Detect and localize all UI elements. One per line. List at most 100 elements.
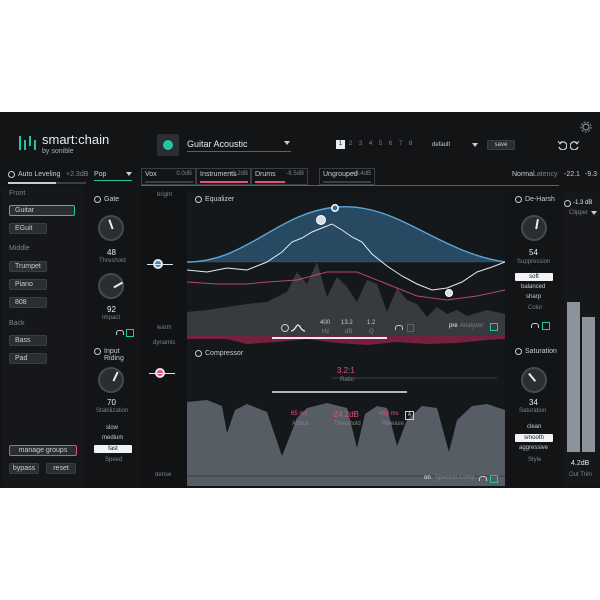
eq-graph[interactable] [187, 192, 505, 338]
gate-threshold-value: 48 [107, 248, 116, 257]
redo-icon[interactable] [570, 140, 580, 150]
clipper-panel: -1.3 dB Clipper 4.2dB Out Trim [563, 192, 600, 486]
page-2[interactable]: 2 [346, 140, 355, 149]
group-drums-fader[interactable] [255, 181, 285, 183]
page-3[interactable]: 3 [356, 140, 365, 149]
eq-bottom-power-icon[interactable] [281, 324, 289, 332]
bypass-button[interactable]: bypass [9, 463, 39, 474]
profile-indicator[interactable] [157, 134, 179, 156]
track-eguit[interactable]: EGuit [9, 223, 47, 234]
eq-node-1 [316, 215, 326, 225]
gate-listen-icon[interactable] [116, 330, 124, 335]
track-trumpet[interactable]: Trumpet [9, 261, 47, 272]
track-guitar[interactable]: Guitar [9, 205, 75, 216]
preset-dropdown-icon[interactable] [284, 141, 290, 145]
group-vox-fader[interactable] [145, 181, 193, 183]
clipper-power-icon[interactable] [564, 200, 571, 207]
eq-band-shape-icon[interactable] [291, 324, 305, 332]
genre-select[interactable]: Pop [94, 171, 106, 178]
eq-db-value[interactable]: 13.2 [341, 320, 353, 326]
page-8[interactable]: 8 [406, 140, 415, 149]
brand-by: by sonible [42, 148, 74, 155]
page-5[interactable]: 5 [376, 140, 385, 149]
gate-impact-knob[interactable] [98, 273, 124, 299]
comp-detail-icon[interactable] [490, 475, 498, 483]
group-ungrouped-value: +3.4dB [351, 171, 371, 177]
suppression-knob[interactable] [521, 215, 547, 241]
deharsh-detail-icon[interactable] [542, 322, 550, 330]
track-pad[interactable]: Pad [9, 353, 47, 364]
auto-leveling-power-icon[interactable] [8, 171, 15, 178]
track-808[interactable]: 808 [9, 297, 47, 308]
eq-band-fill [187, 206, 505, 262]
eq-analyzer-label[interactable]: Analyzer [460, 323, 483, 329]
output-meter-bar-r [582, 317, 595, 452]
deharsh-listen-icon[interactable] [531, 323, 539, 328]
style-smooth[interactable]: smooth [515, 434, 553, 442]
brand-by-word: by [42, 148, 50, 155]
eq-detail-icon[interactable] [490, 323, 498, 331]
mode-label[interactable]: Normal [512, 171, 535, 178]
deharsh-power-icon[interactable] [515, 196, 522, 203]
group-ungrouped-fader[interactable] [323, 181, 371, 183]
saturation-power-icon[interactable] [515, 348, 522, 355]
front-label: Front [9, 190, 26, 197]
gate-power-icon[interactable] [94, 196, 101, 203]
input-riding-title: Input Riding [104, 348, 124, 362]
genre-dropdown-icon[interactable] [126, 172, 132, 176]
eq-pre-label[interactable]: pre [449, 323, 458, 329]
group-drums[interactable]: Drums -9.5dB [251, 168, 308, 185]
gate-impact-label: Impact [102, 315, 121, 321]
preset-name[interactable]: Guitar Acoustic [187, 139, 248, 149]
clipper-label: Clipper [569, 210, 589, 216]
comp-axis-strip: dynamic dense [141, 338, 187, 488]
track-piano[interactable]: Piano [9, 279, 47, 290]
comp-release-value[interactable]: 450 ms [379, 411, 399, 417]
preset-underline [187, 151, 291, 152]
page-1[interactable]: 1 [336, 140, 345, 149]
group-ungrouped[interactable]: Ungrouped +3.4dB [319, 168, 375, 185]
group-vox[interactable]: Vox 0.0dB [141, 168, 196, 185]
comp-listen-icon[interactable] [479, 476, 487, 481]
page-6[interactable]: 6 [386, 140, 395, 149]
clipper-value[interactable]: -1.3 dB [573, 200, 592, 206]
undo-icon[interactable] [557, 140, 567, 150]
comp-attack-value[interactable]: 65 ms [291, 411, 307, 417]
style-aggressive[interactable]: aggressive [519, 445, 548, 451]
eq-listen-icon[interactable] [395, 325, 403, 330]
save-button[interactable]: save [487, 140, 515, 150]
clipper-dropdown-icon[interactable] [591, 211, 597, 215]
color-sharp[interactable]: sharp [526, 294, 541, 300]
gate-detail-icon[interactable] [126, 329, 134, 337]
preset-select[interactable]: default [432, 142, 450, 148]
comp-ratio-value[interactable]: 3.2:1 [337, 366, 355, 375]
out-trim-value[interactable]: 4.2dB [571, 460, 589, 467]
saturation-knob[interactable] [521, 367, 547, 393]
group-instruments-fader[interactable] [200, 181, 248, 183]
preset-select-icon[interactable] [472, 143, 478, 147]
eq-q-value[interactable]: 1.2 [367, 320, 375, 326]
page-7[interactable]: 7 [396, 140, 405, 149]
speed-fast[interactable]: fast [94, 445, 132, 453]
comp-auto-badge[interactable]: A [405, 411, 414, 420]
group-instruments[interactable]: Instruments +1.2dB [196, 168, 251, 185]
page-4[interactable]: 4 [366, 140, 375, 149]
settings-gear-icon[interactable] [580, 121, 592, 133]
comp-threshold-value[interactable]: -24.2dB [331, 410, 359, 419]
comp-attack-label: Attack [292, 421, 309, 427]
gate-threshold-knob[interactable] [98, 215, 124, 241]
track-bass[interactable]: Bass [9, 335, 47, 346]
eq-delete-icon[interactable] [407, 324, 414, 332]
stabilization-knob[interactable] [98, 367, 124, 393]
color-balanced[interactable]: balanced [521, 284, 545, 290]
suppression-label: Suppression [517, 259, 551, 265]
style-clean[interactable]: clean [527, 424, 541, 430]
input-riding-power-icon[interactable] [94, 348, 101, 355]
manage-groups-button[interactable]: manage groups [9, 445, 77, 456]
spectral-on-label[interactable]: on [424, 475, 431, 481]
speed-slow[interactable]: slow [106, 425, 118, 431]
eq-hz-value[interactable]: 400 [320, 320, 330, 326]
color-soft[interactable]: soft [515, 273, 553, 281]
reset-button[interactable]: reset [46, 463, 76, 474]
speed-medium[interactable]: medium [102, 435, 123, 441]
